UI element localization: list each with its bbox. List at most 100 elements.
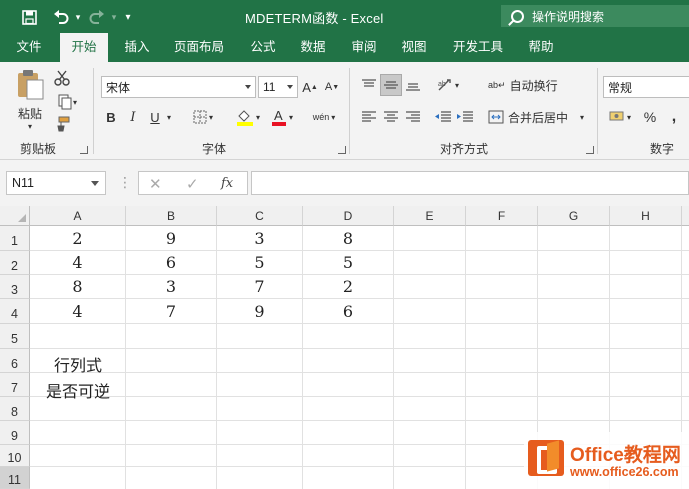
alignment-launcher-icon[interactable] (586, 146, 594, 154)
row-header-9[interactable]: 9 (0, 421, 30, 445)
tab-view[interactable]: 视图 (391, 33, 437, 62)
cell-a2[interactable]: 4 (30, 251, 126, 275)
column-header-h[interactable]: H (610, 206, 682, 226)
cell-b2[interactable]: 6 (126, 251, 217, 275)
bold-button[interactable]: B (102, 106, 120, 128)
ribbon-home: 粘贴 ▾ ▾ 剪贴板 宋体 11 A ▲ A ▼ B I U ▾ ▾ ▾ A ▾ wé… (0, 62, 689, 160)
row-header-3[interactable]: 3 (0, 275, 30, 299)
office-logo-icon (528, 440, 564, 476)
cell-a1[interactable]: 2 (30, 226, 126, 251)
save-icon[interactable] (18, 7, 40, 27)
tab-page-layout[interactable]: 页面布局 (168, 33, 230, 62)
tab-review[interactable]: 审阅 (341, 33, 387, 62)
align-right-icon[interactable] (402, 106, 424, 128)
cell-d3[interactable]: 2 (303, 275, 394, 299)
column-header-e[interactable]: E (394, 206, 466, 226)
phonetic-guide-icon[interactable]: wén ▾ (308, 106, 340, 128)
borders-icon[interactable]: ▾ (188, 106, 218, 128)
middle-align-icon[interactable] (380, 74, 402, 96)
row-header-6[interactable]: 6 (0, 349, 30, 373)
row-header-1[interactable]: 1 (0, 226, 30, 251)
tell-me-search[interactable]: 操作说明搜索 (501, 5, 689, 27)
format-painter-icon[interactable] (52, 114, 72, 134)
orientation-icon[interactable]: ab ▾ (432, 74, 464, 96)
insert-function-icon[interactable]: fx (221, 176, 233, 191)
font-size-select[interactable]: 11 (258, 76, 298, 98)
font-name-select[interactable]: 宋体 (101, 76, 256, 98)
row-header-11[interactable]: 11 (0, 467, 30, 489)
tab-file[interactable]: 文件 (6, 33, 52, 62)
watermark-brand: Office教程网 (570, 445, 681, 466)
select-all-button[interactable] (0, 206, 30, 226)
underline-dropdown-icon[interactable]: ▾ (164, 106, 174, 128)
cell-c4[interactable]: 9 (217, 299, 303, 324)
cell-d1[interactable]: 8 (303, 226, 394, 251)
formula-input[interactable] (251, 171, 689, 195)
clipboard-launcher-icon[interactable] (80, 146, 88, 154)
cut-icon[interactable] (52, 68, 72, 88)
redo-icon[interactable] (86, 7, 108, 27)
cell-b1[interactable]: 9 (126, 226, 217, 251)
undo-dropdown-icon[interactable]: ▾ (72, 7, 84, 27)
row-header-5[interactable]: 5 (0, 324, 30, 349)
row-header-8[interactable]: 8 (0, 397, 30, 421)
tab-developer[interactable]: 开发工具 (446, 33, 510, 62)
fill-color-icon[interactable]: ▾ (232, 106, 264, 128)
cancel-icon[interactable]: ✕ (149, 175, 162, 193)
column-header-c[interactable]: C (217, 206, 303, 226)
top-align-icon[interactable] (358, 74, 380, 96)
tab-formulas[interactable]: 公式 (240, 33, 286, 62)
comma-style-icon[interactable]: , (664, 106, 684, 128)
cell-b4[interactable]: 7 (126, 299, 217, 324)
tab-home[interactable]: 开始 (60, 33, 108, 62)
column-header-d[interactable]: D (303, 206, 394, 226)
increase-indent-icon[interactable] (454, 106, 476, 128)
row-header-4[interactable]: 4 (0, 299, 30, 324)
column-header-b[interactable]: B (126, 206, 217, 226)
row-header-2[interactable]: 2 (0, 251, 30, 275)
font-launcher-icon[interactable] (338, 146, 346, 154)
tab-insert[interactable]: 插入 (114, 33, 160, 62)
font-color-icon[interactable]: A ▾ (266, 106, 298, 128)
row-header-10[interactable]: 10 (0, 445, 30, 467)
percent-button[interactable]: % (640, 106, 660, 128)
cell-a4[interactable]: 4 (30, 299, 126, 324)
row-header-7[interactable]: 7 (0, 373, 30, 397)
column-header-g[interactable]: G (538, 206, 610, 226)
name-box[interactable]: N11 (6, 171, 106, 195)
undo-icon[interactable] (50, 7, 72, 27)
merge-center-button[interactable]: 合并后居中 ▾ (488, 106, 588, 128)
increase-font-icon[interactable]: A ▲ (300, 76, 320, 98)
bottom-align-icon[interactable] (402, 74, 424, 96)
copy-icon[interactable]: ▾ (52, 92, 82, 112)
cell-a3[interactable]: 8 (30, 275, 126, 299)
redo-dropdown-icon[interactable]: ▾ (108, 7, 120, 27)
search-icon (511, 9, 524, 23)
formula-bar: N11 ⋮ ✕ ✓ fx (0, 160, 689, 206)
cell-d4[interactable]: 6 (303, 299, 394, 324)
enter-icon[interactable]: ✓ (186, 175, 199, 193)
paste-button[interactable]: 粘贴 ▾ (12, 68, 48, 132)
align-left-icon[interactable] (358, 106, 380, 128)
window-title: MDETERM函数 - Excel (245, 11, 384, 26)
cell-c1[interactable]: 3 (217, 226, 303, 251)
column-header-f[interactable]: F (466, 206, 538, 226)
italic-button[interactable]: I (124, 106, 142, 128)
number-format-select[interactable]: 常规 (603, 76, 689, 98)
column-header-a[interactable]: A (30, 206, 126, 226)
customize-toolbar-icon[interactable]: ▾ (122, 7, 134, 27)
formula-buttons: ✕ ✓ fx (138, 171, 248, 195)
tab-data[interactable]: 数据 (290, 33, 336, 62)
cell-b3[interactable]: 3 (126, 275, 217, 299)
decrease-font-icon[interactable]: A ▼ (322, 76, 342, 98)
wrap-text-button[interactable]: ab↵ 自动换行 (488, 74, 568, 96)
accounting-format-icon[interactable]: ▾ (604, 106, 636, 128)
cell-d2[interactable]: 5 (303, 251, 394, 275)
wrap-text-label: 自动换行 (509, 78, 558, 93)
decrease-indent-icon[interactable] (432, 106, 454, 128)
underline-button[interactable]: U (146, 106, 164, 128)
cell-c2[interactable]: 5 (217, 251, 303, 275)
align-center-icon[interactable] (380, 106, 402, 128)
cell-c3[interactable]: 7 (217, 275, 303, 299)
tab-help[interactable]: 帮助 (518, 33, 564, 62)
